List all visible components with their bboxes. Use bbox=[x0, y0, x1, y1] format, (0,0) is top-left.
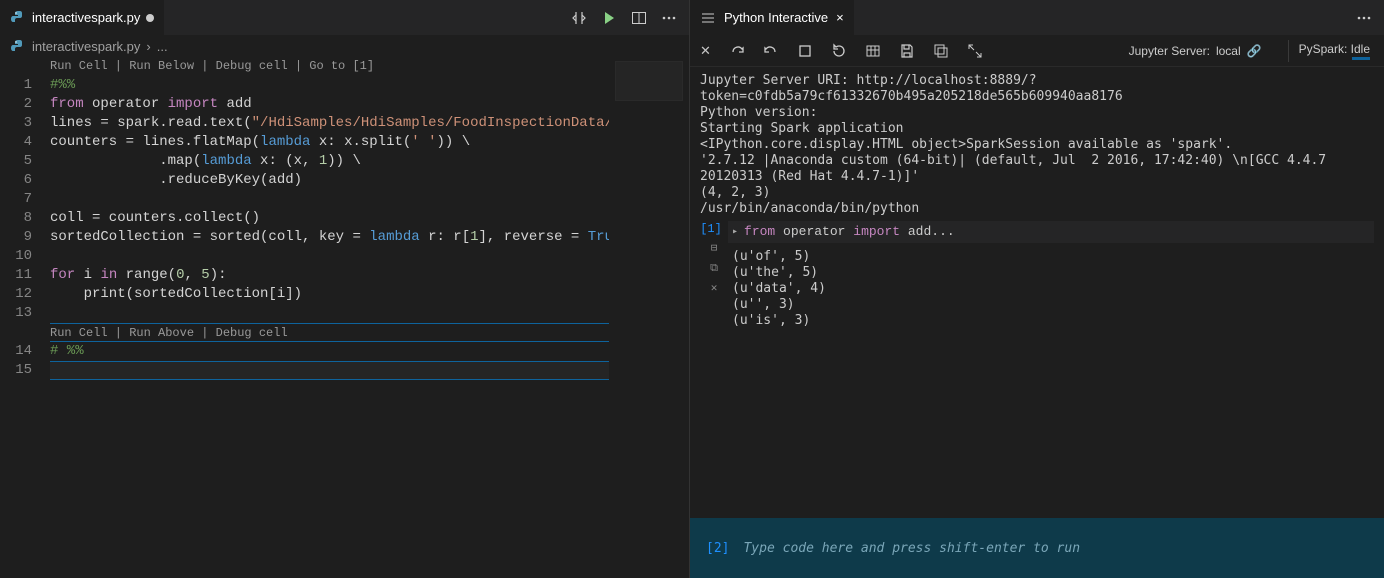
more-actions-icon[interactable] bbox=[661, 9, 677, 26]
breadcrumb-file: interactivespark.py bbox=[32, 39, 140, 54]
run-icon[interactable] bbox=[601, 9, 617, 26]
save-icon[interactable] bbox=[899, 42, 915, 59]
repl-placeholder: Type code here and press shift-enter to … bbox=[743, 541, 1080, 556]
breadcrumb-rest: ... bbox=[157, 39, 168, 54]
repl-input[interactable]: [2] Type code here and press shift-enter… bbox=[690, 518, 1384, 578]
copy-icon[interactable]: ⧉ bbox=[710, 261, 718, 277]
dirty-indicator-icon bbox=[146, 14, 154, 22]
server-info-output: Jupyter Server URI: http://localhost:888… bbox=[700, 73, 1374, 217]
restart-icon[interactable] bbox=[831, 42, 847, 59]
interactive-output[interactable]: Jupyter Server URI: http://localhost:888… bbox=[690, 67, 1384, 518]
minimap[interactable] bbox=[609, 57, 689, 578]
stop-icon[interactable] bbox=[797, 42, 813, 59]
undo-icon[interactable] bbox=[763, 42, 779, 59]
cell-gutter: [1] ⊟ ⧉ ✕ bbox=[700, 221, 728, 335]
variables-icon[interactable] bbox=[865, 42, 881, 59]
interactive-icon bbox=[700, 9, 716, 26]
expand-icon[interactable] bbox=[967, 42, 983, 59]
editor-tab-bar: interactivespark.py bbox=[0, 0, 689, 35]
interactive-tab-bar: Python Interactive × bbox=[690, 0, 1384, 35]
expand-cell-icon[interactable] bbox=[732, 223, 738, 241]
delete-icon[interactable]: ✕ bbox=[711, 281, 718, 297]
export-icon[interactable] bbox=[933, 42, 949, 59]
close-icon[interactable]: × bbox=[836, 10, 844, 25]
breadcrumb[interactable]: interactivespark.py › ... bbox=[0, 35, 689, 57]
pyspark-indicator-icon bbox=[1352, 57, 1370, 60]
tab-filename: interactivespark.py bbox=[32, 10, 140, 25]
editor-tab[interactable]: interactivespark.py bbox=[0, 0, 164, 35]
cell-output: (u'of', 5) (u'the', 5) (u'data', 4) (u''… bbox=[728, 243, 1374, 335]
code-editor[interactable]: 1 2 3 4 5 6 7 8 9 10 11 12 13 14 15 Run … bbox=[0, 57, 689, 578]
python-file-icon bbox=[10, 37, 26, 54]
breadcrumb-separator: › bbox=[146, 39, 150, 54]
code-lens-top[interactable]: Run Cell | Run Below | Debug cell | Go t… bbox=[50, 57, 689, 76]
jupyter-server-status[interactable]: Jupyter Server: local 🔗 bbox=[1125, 42, 1266, 60]
repl-prompt: [2] bbox=[706, 541, 729, 556]
cell-label: [1] bbox=[700, 221, 728, 237]
interactive-tab[interactable]: Python Interactive × bbox=[690, 0, 854, 35]
close-icon[interactable]: ✕ bbox=[700, 43, 711, 59]
cell-input: from operator import add... bbox=[728, 221, 1374, 243]
collapse-icon[interactable]: ⊟ bbox=[711, 241, 718, 257]
python-file-icon bbox=[10, 9, 26, 26]
split-editor-icon[interactable] bbox=[631, 9, 647, 26]
interactive-toolbar: ✕ Jupyter Server: local 🔗 PySpark: Idle bbox=[690, 35, 1384, 67]
editor-pane: interactivespark.py interactivespark.py … bbox=[0, 0, 690, 578]
more-actions-icon[interactable] bbox=[1344, 9, 1384, 26]
code-content[interactable]: Run Cell | Run Below | Debug cell | Go t… bbox=[50, 57, 689, 578]
interactive-tab-title: Python Interactive bbox=[724, 10, 828, 25]
link-icon: 🔗 bbox=[1247, 44, 1262, 58]
code-lens-cell2[interactable]: Run Cell | Run Above | Debug cell bbox=[50, 323, 689, 342]
editor-tab-actions bbox=[559, 9, 689, 26]
compare-changes-icon[interactable] bbox=[571, 9, 587, 26]
interactive-pane: Python Interactive × ✕ Jupyter Server: l… bbox=[690, 0, 1384, 578]
line-number-gutter: 1 2 3 4 5 6 7 8 9 10 11 12 13 14 15 bbox=[0, 57, 50, 578]
pyspark-status[interactable]: PySpark: Idle bbox=[1288, 40, 1374, 62]
cell-1: [1] ⊟ ⧉ ✕ from operator import add... (u… bbox=[700, 221, 1374, 335]
redo-icon[interactable] bbox=[729, 42, 745, 59]
